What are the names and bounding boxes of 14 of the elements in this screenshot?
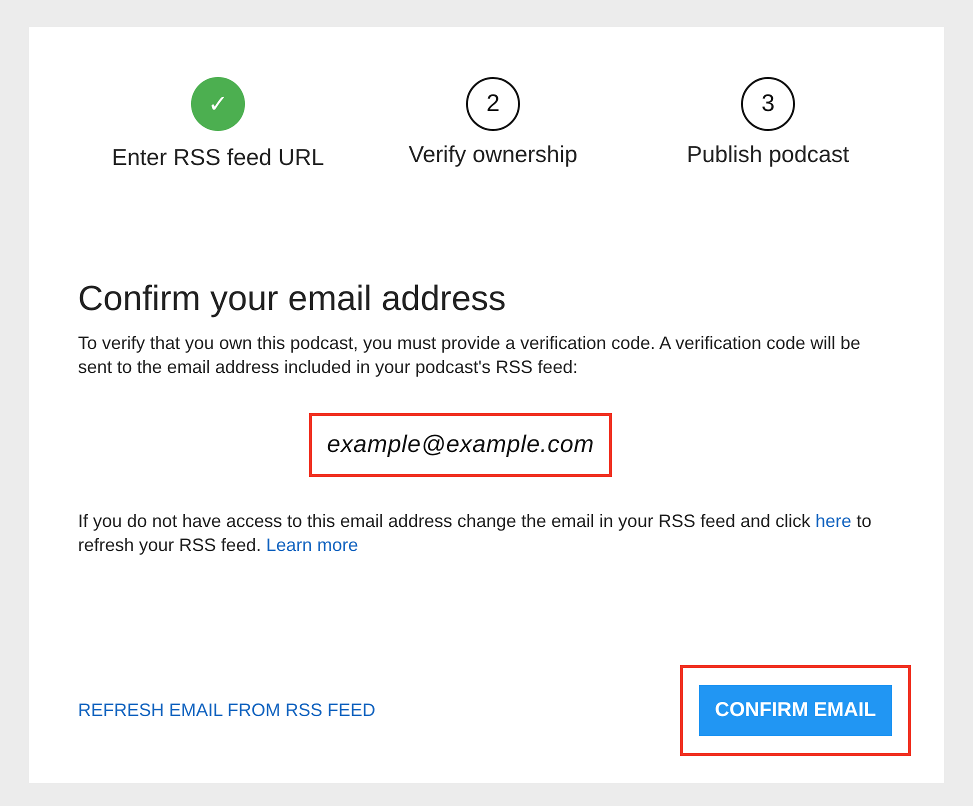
refresh-link[interactable]: REFRESH EMAIL FROM RSS FEED bbox=[78, 700, 376, 721]
step-label: Enter RSS feed URL bbox=[112, 144, 324, 171]
confirm-button[interactable]: CONFIRM EMAIL bbox=[698, 685, 892, 736]
link[interactable]: here bbox=[815, 511, 852, 531]
note-text: If you do not have access to this email address change the email in your RSS feed and click here to refresh your RSS feed. Learn more bbox=[78, 510, 872, 557]
email-address: example@example.com bbox=[309, 413, 612, 477]
link[interactable]: Learn more bbox=[266, 535, 358, 555]
step-label: Verify ownership bbox=[408, 141, 578, 168]
intro-text: To verify that you own this podcast, you must provide a verification code. A verification code will be sent to the email address included in your podcast's RSS feed: bbox=[78, 332, 862, 379]
step-number: 3 bbox=[741, 77, 795, 131]
heading: Confirm your email address bbox=[78, 279, 507, 319]
step-number: 2 bbox=[466, 77, 520, 131]
step-label: Publish podcast bbox=[686, 141, 850, 168]
step-number: ✓ bbox=[191, 77, 245, 131]
